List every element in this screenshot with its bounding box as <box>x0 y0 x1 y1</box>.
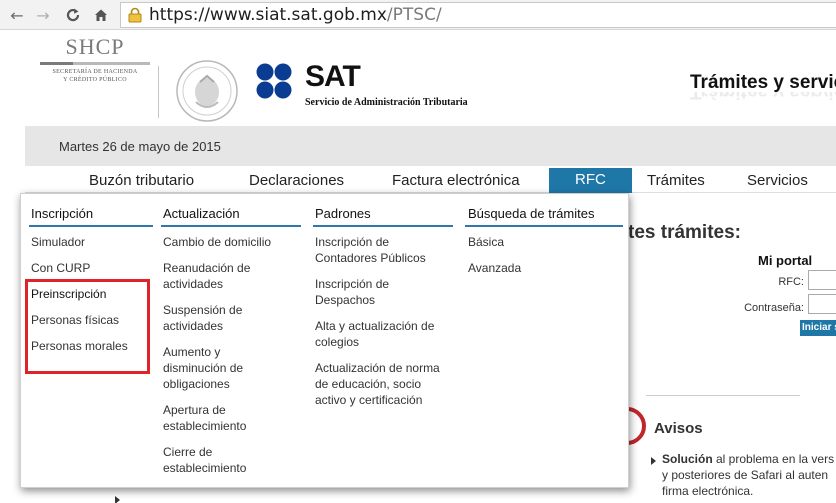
highlight-box <box>25 279 150 374</box>
bullet-arrow-icon <box>651 457 656 465</box>
sat-dots-icon <box>256 63 292 99</box>
sat-wordmark: SAT <box>305 60 361 93</box>
menu-heading-busqueda-tramites[interactable]: Búsqueda de trámites <box>468 206 594 221</box>
shcp-title: SHCP <box>65 34 125 59</box>
logo-separator <box>158 66 159 118</box>
aviso-bold: Solución <box>662 452 713 466</box>
password-input[interactable] <box>808 294 836 314</box>
avisos-title: Avisos <box>654 420 703 437</box>
menu-link-suspension-actividades[interactable]: Suspensión de actividades <box>163 302 273 334</box>
heading-rule <box>313 225 453 227</box>
nav-item-rfc[interactable]: RFC <box>549 168 632 193</box>
login-button[interactable]: Iniciar s <box>800 320 836 336</box>
shcp-divider <box>40 62 150 65</box>
bullet-arrow-icon <box>115 496 120 503</box>
menu-link-con-curp[interactable]: Con CURP <box>31 260 90 276</box>
shcp-logo[interactable]: SHCP SECRETARÍA DE HACIENDA Y CRÉDITO PÚ… <box>40 34 150 84</box>
menu-link-apertura-establecimiento[interactable]: Apertura de establecimiento <box>163 402 273 434</box>
nav-item-declaraciones[interactable]: Declaraciones <box>249 172 344 189</box>
forward-arrow-icon[interactable]: → <box>32 4 54 26</box>
home-icon[interactable] <box>90 4 112 26</box>
aviso-line-1-text: al problema en la vers <box>712 452 835 466</box>
url-host: https://www.siat.sat.gob.mx <box>149 5 387 25</box>
browser-toolbar: ← → https://www.siat.sat.gob.mx/PTSC/ <box>0 0 836 30</box>
menu-link-alta-colegios[interactable]: Alta y actualización de colegios <box>315 318 445 350</box>
avisos-divider <box>646 395 800 396</box>
main-nav: Buzón tributario Declaraciones Factura e… <box>25 166 836 193</box>
rfc-dropdown-menu: Inscripción Simulador Con CURP Preinscri… <box>20 193 629 488</box>
url-path: /PTSC/ <box>386 5 442 25</box>
shcp-subtitle-1: SECRETARÍA DE HACIENDA <box>52 69 138 75</box>
menu-heading-inscripcion[interactable]: Inscripción <box>31 206 93 221</box>
mexico-seal-icon <box>176 60 238 122</box>
rfc-input[interactable] <box>808 270 836 290</box>
menu-link-basica[interactable]: Básica <box>468 234 504 250</box>
date-bar: Martes 26 de mayo de 2015 <box>25 126 836 166</box>
menu-link-cierre-establecimiento[interactable]: Cierre de establecimiento <box>163 444 273 476</box>
reload-icon[interactable] <box>62 4 84 26</box>
browser-window: ← → https://www.siat.sat.gob.mx/PTSC/ SH… <box>0 0 836 503</box>
sat-subtitle: Servicio de Administración Tributaria <box>305 97 468 108</box>
nav-item-factura-electronica[interactable]: Factura electrónica <box>392 172 520 189</box>
sat-logo[interactable]: SAT Servicio de Administración Tributari… <box>255 60 468 113</box>
shcp-subtitle-2: Y CRÉDITO PÚBLICO <box>63 77 127 83</box>
portal-title: Mi portal <box>758 253 813 268</box>
aviso-line-2: y posteriores de Safari al auten <box>662 468 829 482</box>
address-bar[interactable]: https://www.siat.sat.gob.mx/PTSC/ <box>120 2 836 28</box>
password-label: Contraseña: <box>744 302 804 314</box>
page-title-reflection: Trámites y servici <box>690 92 836 102</box>
menu-link-inscripcion-despachos[interactable]: Inscripción de Despachos <box>315 276 440 308</box>
nav-item-buzon-tributario[interactable]: Buzón tributario <box>89 172 194 189</box>
aviso-line-1[interactable]: Solución al problema en la vers <box>662 452 834 466</box>
back-arrow-icon[interactable]: ← <box>6 4 28 26</box>
menu-heading-actualizacion[interactable]: Actualización <box>163 206 240 221</box>
padlock-icon <box>128 7 142 23</box>
heading-rule <box>465 225 623 227</box>
page-title: Trámites y servici <box>690 72 836 93</box>
menu-link-actualizacion-norma[interactable]: Actualización de norma de educación, soc… <box>315 360 440 408</box>
menu-heading-padrones[interactable]: Padrones <box>315 206 371 221</box>
nav-item-servicios[interactable]: Servicios <box>747 172 808 189</box>
heading-rule <box>161 225 301 227</box>
menu-link-simulador[interactable]: Simulador <box>31 234 85 250</box>
menu-link-cambio-domicilio[interactable]: Cambio de domicilio <box>163 234 293 250</box>
aviso-line-3: firma electrónica. <box>662 484 754 498</box>
current-date: Martes 26 de mayo de 2015 <box>59 139 221 154</box>
menu-link-reanudacion-actividades[interactable]: Reanudación de actividades <box>163 260 273 292</box>
menu-link-inscripcion-contadores[interactable]: Inscripción de Contadores Públicos <box>315 234 440 266</box>
menu-link-aumento-disminucion-obligaciones[interactable]: Aumento y disminución de obligaciones <box>163 344 273 392</box>
section-title: tes trámites: <box>628 222 741 243</box>
nav-item-tramites[interactable]: Trámites <box>647 172 705 189</box>
menu-link-avanzada[interactable]: Avanzada <box>468 260 521 276</box>
heading-rule <box>29 225 153 227</box>
rfc-label: RFC: <box>778 276 804 288</box>
